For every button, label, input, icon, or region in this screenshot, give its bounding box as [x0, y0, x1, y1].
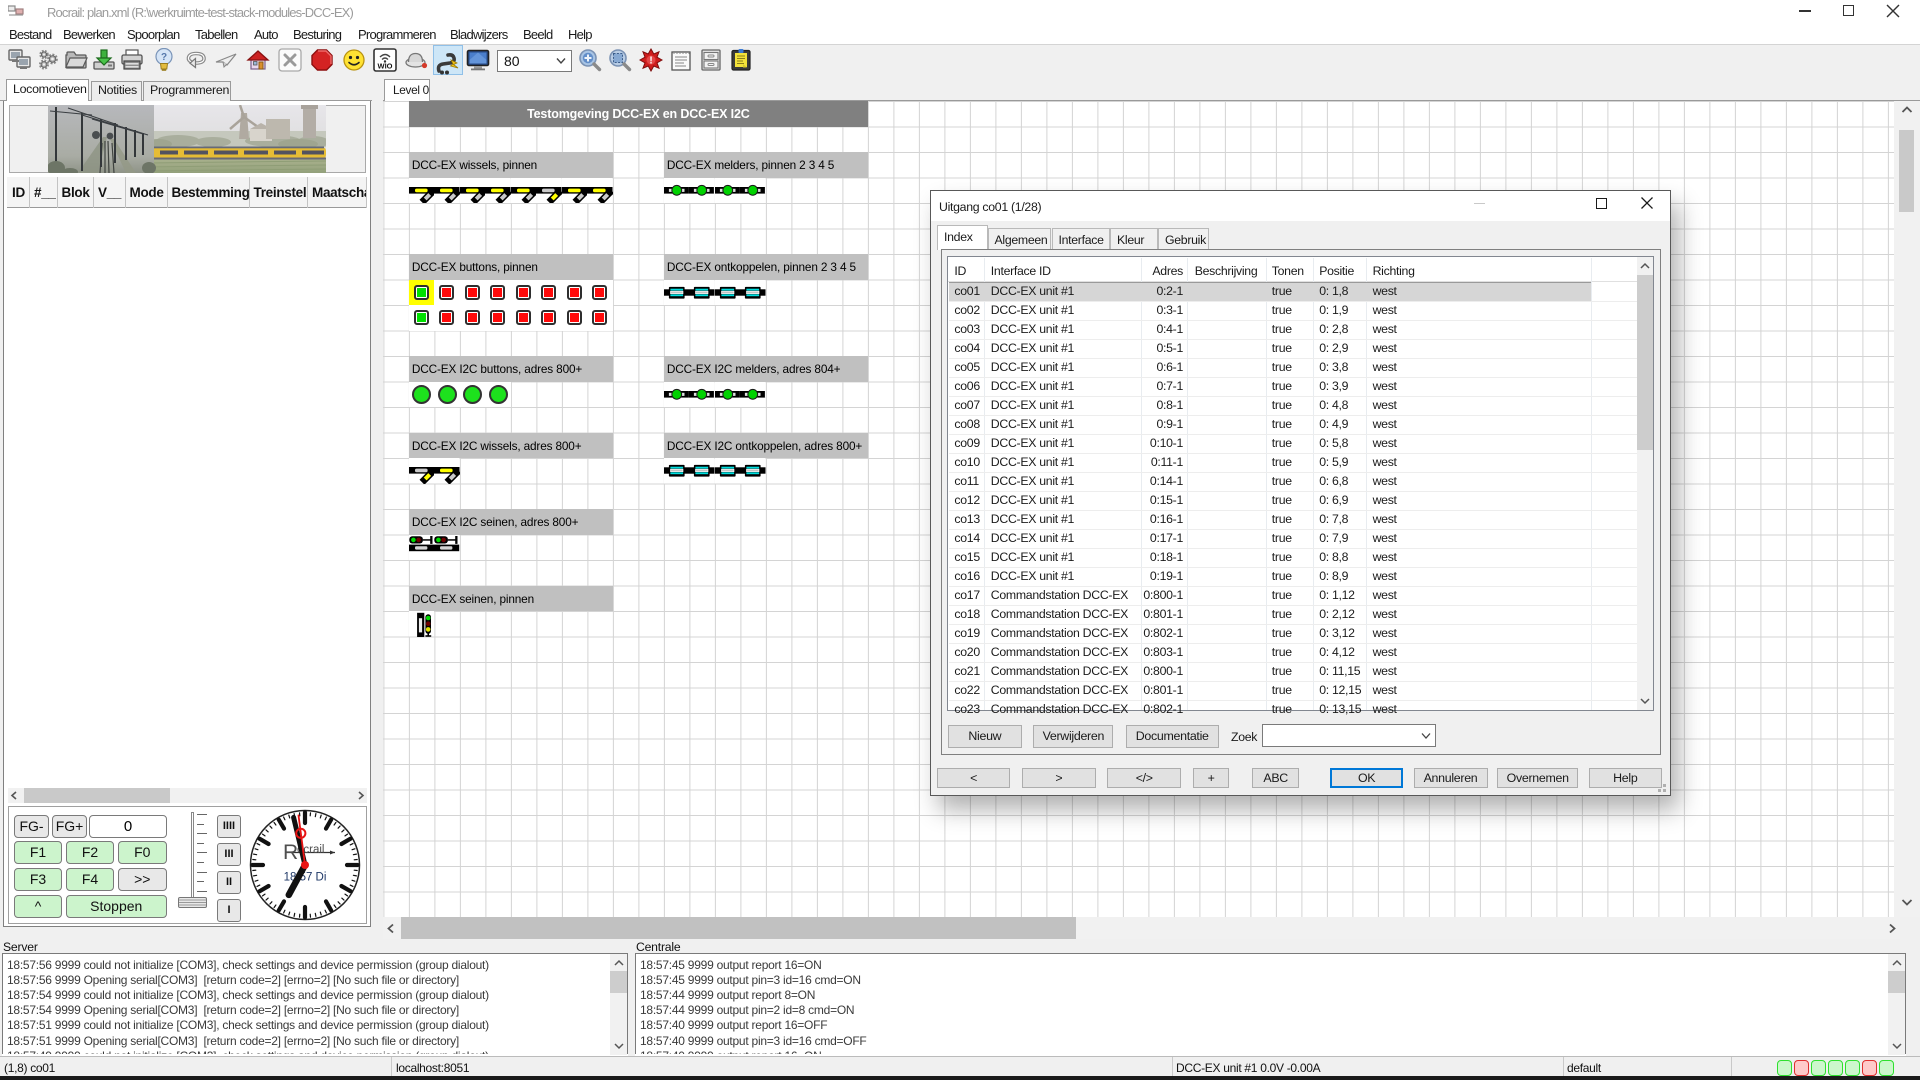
svg-text:!: ! — [649, 56, 652, 67]
svg-text:WIO: WIO — [378, 62, 393, 71]
svg-text:?: ? — [161, 52, 167, 63]
svg-text:18:57 Di: 18:57 Di — [284, 872, 327, 884]
svg-text:R: R — [283, 841, 298, 864]
